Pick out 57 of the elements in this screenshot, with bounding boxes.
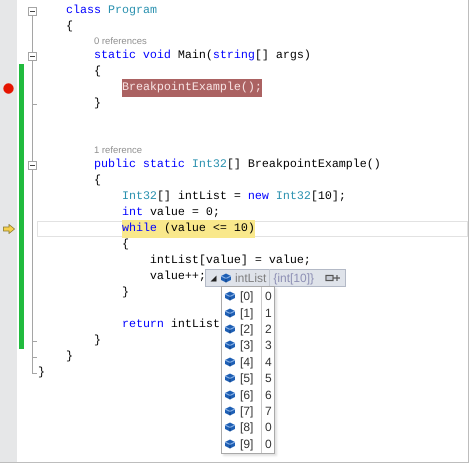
- item-index: [6]: [236, 386, 262, 404]
- item-index: [5]: [236, 369, 262, 388]
- item-index: [7]: [236, 402, 262, 420]
- item-value: 5: [264, 370, 272, 388]
- field-icon: [224, 290, 236, 302]
- field-icon: [224, 372, 236, 384]
- field-icon: [224, 356, 236, 368]
- code-line: return intList: [122, 316, 220, 334]
- item-value: 4: [264, 354, 272, 371]
- item-value: 2: [264, 320, 272, 338]
- code-line: value++;: [150, 268, 206, 286]
- item-value: 3: [264, 337, 272, 354]
- code-line: {: [66, 18, 73, 36]
- collapse-icon[interactable]: [28, 52, 37, 61]
- reference-count-link[interactable]: 1 reference: [94, 145, 142, 156]
- code-line: int value = 0;: [122, 204, 220, 222]
- pin-icon[interactable]: [325, 273, 341, 283]
- expand-icon[interactable]: [210, 274, 217, 282]
- item-value: 0: [264, 436, 272, 453]
- code-line: {: [94, 63, 101, 80]
- item-value: 0: [264, 288, 272, 306]
- code-line: static void Main(string[] args): [94, 47, 311, 64]
- field-icon: [224, 322, 236, 335]
- field-icon: [224, 306, 236, 319]
- field-icon: [224, 388, 236, 401]
- code-line: }: [94, 95, 101, 112]
- code-line: }: [122, 284, 129, 302]
- item-index: [4]: [236, 352, 262, 371]
- item-value: 6: [264, 386, 272, 404]
- collapse-icon[interactable]: [28, 161, 37, 170]
- item-value: 7: [264, 402, 272, 420]
- field-icon: [220, 272, 232, 284]
- item-value: 0: [264, 419, 272, 436]
- code-line: intList[value] = value;: [150, 252, 311, 270]
- item-value: 1: [264, 304, 272, 322]
- code-line: }: [66, 348, 73, 366]
- field-icon: [224, 404, 236, 417]
- code-line: }: [38, 364, 45, 382]
- code-line: public static Int32[] BreakpointExample(): [94, 156, 381, 174]
- code-line: class Program: [66, 2, 157, 20]
- breakpoint-icon[interactable]: [3, 82, 14, 94]
- item-index: [0]: [236, 287, 262, 306]
- item-index: [8]: [236, 418, 262, 436]
- reference-count-link[interactable]: 0 references: [94, 36, 147, 47]
- collapse-icon[interactable]: [28, 7, 37, 16]
- code-line: {: [94, 172, 101, 190]
- code-line: {: [122, 236, 129, 254]
- item-index: [9]: [236, 434, 262, 453]
- field-icon: [224, 339, 236, 352]
- item-index: [3]: [236, 336, 262, 354]
- field-icon: [224, 438, 236, 450]
- code-line: }: [94, 332, 101, 350]
- field-icon: [224, 421, 236, 434]
- item-index: [2]: [236, 320, 262, 338]
- variable-value: {int[10]}: [273, 270, 314, 287]
- item-index: [1]: [236, 304, 262, 322]
- code-line: Int32[] intList = new Int32[10];: [122, 188, 346, 206]
